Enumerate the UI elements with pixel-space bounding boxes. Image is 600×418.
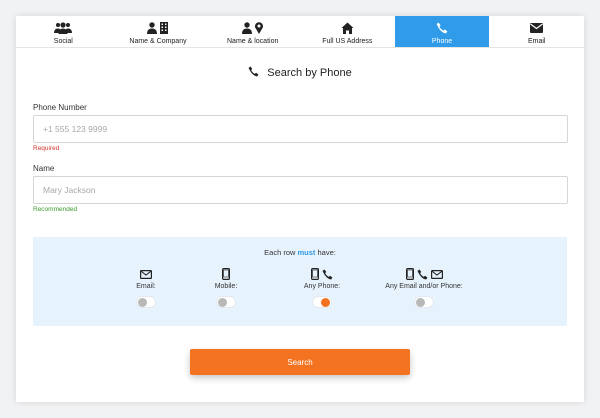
- person-pin-icon: [241, 21, 264, 35]
- page-title-text: Search by Phone: [267, 67, 352, 79]
- name-label: Name: [33, 164, 55, 173]
- tab-label: Name & Company: [129, 38, 187, 45]
- page-title: Search by Phone: [16, 66, 584, 80]
- phone-icon: [248, 66, 259, 80]
- must-emphasis: must: [297, 248, 316, 257]
- phone-icon: [322, 269, 333, 279]
- any-email-phone-toggle[interactable]: [415, 297, 433, 307]
- row-requirements-panel: Each row must have: Email: Mobile: Any P…: [33, 237, 567, 326]
- rules-title: Each row must have:: [264, 248, 336, 257]
- option-label: Email:: [136, 283, 156, 290]
- recommended-hint: Recommended: [33, 206, 78, 213]
- tab-label: Email: [527, 38, 546, 45]
- email-toggle[interactable]: [137, 297, 155, 307]
- envelope-icon: [530, 21, 544, 35]
- tab-label: Social: [53, 38, 73, 45]
- option-email: Email:: [133, 267, 159, 307]
- toggle-knob: [321, 297, 330, 307]
- tab-name-location[interactable]: Name & location: [205, 16, 300, 47]
- mobile-phone-icon: [405, 268, 414, 280]
- tab-label: Name & location: [227, 38, 279, 45]
- home-icon: [341, 21, 354, 35]
- tab-label: Full US Address: [322, 38, 373, 45]
- tab-social[interactable]: Social: [16, 16, 111, 47]
- option-mobile: Mobile:: [208, 267, 244, 307]
- envelope-outline-icon: [430, 269, 443, 279]
- any-phone-icons: [311, 267, 333, 281]
- envelope-outline-icon: [140, 267, 152, 281]
- toggle-knob: [416, 297, 425, 307]
- option-label: Any Phone:: [303, 283, 341, 290]
- tab-label: Phone: [431, 38, 453, 45]
- users-icon: [54, 21, 73, 35]
- search-type-tabs: Social Name & Company Name & location Fu…: [16, 16, 584, 48]
- option-any-phone: Any Phone:: [297, 267, 347, 307]
- option-label: Mobile:: [214, 283, 238, 290]
- any-phone-toggle[interactable]: [313, 297, 331, 307]
- option-label: Any Email and/or Phone:: [385, 283, 463, 290]
- search-card: Social Name & Company Name & location Fu…: [16, 16, 584, 402]
- toggle-knob: [218, 297, 227, 307]
- phone-icon: [436, 21, 448, 35]
- mobile-phone-icon: [222, 267, 230, 281]
- phone-number-label: Phone Number: [33, 103, 87, 112]
- tab-full-us-address[interactable]: Full US Address: [300, 16, 395, 47]
- tab-phone[interactable]: Phone: [394, 16, 490, 47]
- option-any-email-or-phone: Any Email and/or Phone:: [379, 267, 469, 307]
- name-input[interactable]: [33, 176, 568, 204]
- phone-icon: [417, 269, 427, 279]
- search-button[interactable]: Search: [190, 349, 410, 375]
- mobile-phone-icon: [311, 268, 319, 280]
- tab-name-company[interactable]: Name & Company: [111, 16, 206, 47]
- any-email-phone-icons: [405, 267, 443, 281]
- phone-number-input[interactable]: [33, 115, 568, 143]
- mobile-toggle[interactable]: [217, 297, 235, 307]
- tab-email[interactable]: Email: [489, 16, 584, 47]
- person-building-icon: [147, 21, 169, 35]
- toggle-knob: [138, 297, 147, 307]
- required-hint: Required: [33, 145, 60, 152]
